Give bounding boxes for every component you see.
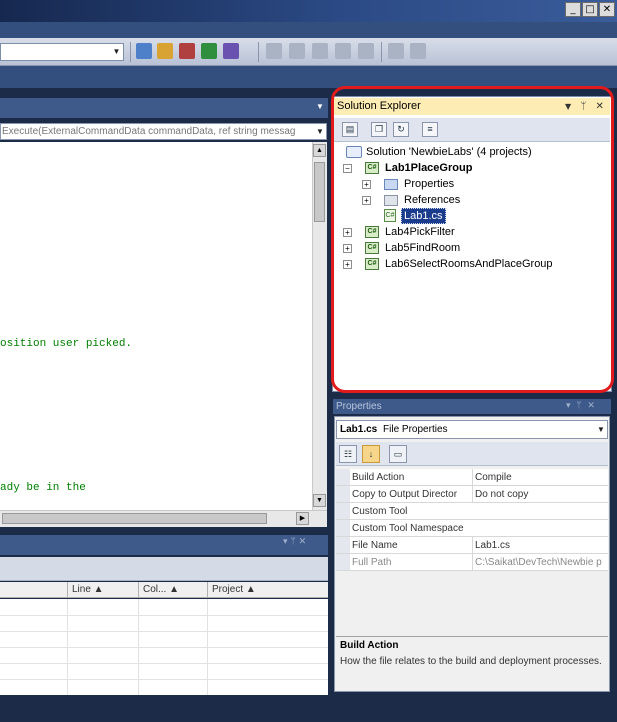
member-dropdown[interactable]: Execute(ExternalCommandData commandData,… [0, 123, 327, 140]
grid-line [0, 647, 328, 648]
chevron-down-icon[interactable]: ▼ [315, 124, 325, 139]
scroll-down-icon[interactable]: ▼ [313, 494, 326, 507]
solution-configuration-combo[interactable]: ▼ [0, 43, 124, 61]
toolbar-separator [130, 42, 131, 62]
property-row[interactable]: Custom Tool Namespace [336, 520, 608, 537]
property-description-text: How the file relates to the build and de… [340, 656, 602, 667]
column-header-col[interactable]: Col... ▲ [138, 582, 206, 598]
property-value[interactable]: Do not copy [472, 486, 608, 503]
toolbar-separator [381, 42, 382, 62]
error-list-toolbar [0, 557, 328, 581]
properties-window-icon[interactable] [179, 43, 195, 59]
toolbar-separator [258, 42, 259, 62]
property-description-title: Build Action [340, 640, 399, 651]
title-bar [0, 0, 617, 22]
code-editor[interactable] [0, 142, 312, 510]
property-row[interactable]: Custom Tool [336, 503, 608, 520]
highlight-outline [331, 86, 614, 393]
maximize-button[interactable]: □ [582, 2, 598, 17]
scroll-right-icon[interactable]: ▶ [296, 512, 309, 525]
code-line: osition user picked. [0, 338, 133, 350]
comment-icon[interactable] [335, 43, 351, 59]
member-dropdown-value: Execute(ExternalCommandData commandData,… [2, 126, 296, 137]
solution-explorer-icon[interactable] [157, 43, 173, 59]
outdent-icon[interactable] [312, 43, 328, 59]
scroll-thumb[interactable] [314, 162, 325, 222]
property-name: Copy to Output Director [352, 489, 458, 500]
chevron-down-icon[interactable]: ▼ [596, 422, 606, 437]
toolbox-icon[interactable] [223, 43, 239, 59]
property-value[interactable]: Compile [472, 469, 608, 486]
error-list-title-buttons[interactable]: ▾ ᛘ ✕ [283, 537, 306, 547]
property-value: C:\Saikat\DevTech\Newbie p [472, 554, 608, 571]
column-header-line[interactable]: Line ▲ [67, 582, 137, 598]
find-in-files-icon[interactable] [136, 43, 152, 59]
properties-object-combo[interactable]: Lab1.cs File Properties ▼ [336, 420, 608, 439]
uncomment-icon[interactable] [358, 43, 374, 59]
chevron-down-icon[interactable]: ▼ [111, 45, 122, 59]
property-row[interactable]: Full Path C:\Saikat\DevTech\Newbie p [336, 554, 608, 571]
code-line: ady be in the [0, 482, 86, 494]
property-name: File Name [352, 540, 398, 551]
object-browser-icon[interactable] [201, 43, 217, 59]
column-header-project[interactable]: Project ▲ [207, 582, 328, 598]
property-name: Custom Tool Namespace [352, 523, 464, 534]
bookmark-next-icon[interactable] [410, 43, 426, 59]
grid-line [0, 663, 328, 664]
vertical-scrollbar[interactable]: ▲ ▼ [312, 142, 327, 510]
bookmark-icon[interactable] [388, 43, 404, 59]
property-value[interactable]: Lab1.cs [472, 537, 608, 554]
property-name: Build Action [352, 472, 405, 483]
scroll-thumb[interactable] [2, 513, 267, 524]
property-row[interactable]: Build Action Compile [336, 469, 608, 486]
grid-line [0, 679, 328, 680]
grid-line [0, 615, 328, 616]
error-list-tab-strip: ▾ ᛘ ✕ [0, 535, 328, 555]
chevron-down-icon[interactable]: ▼ [315, 102, 325, 112]
horizontal-scrollbar[interactable]: ▶ [0, 510, 327, 527]
minimize-button[interactable]: _ [565, 2, 581, 17]
close-button[interactable]: ✕ [599, 2, 615, 17]
indent-icon[interactable] [289, 43, 305, 59]
categorized-icon[interactable]: ☷ [339, 445, 357, 463]
scroll-up-icon[interactable]: ▲ [313, 144, 326, 157]
properties-object-type: File Properties [383, 424, 448, 435]
alphabetical-icon[interactable]: ↓ [362, 445, 380, 463]
property-row[interactable]: File Name Lab1.cs [336, 537, 608, 554]
property-pages-icon[interactable]: ▭ [389, 445, 407, 463]
grid-line [0, 631, 328, 632]
code-editor-tab-strip [0, 98, 328, 118]
property-name: Full Path [352, 557, 392, 568]
properties-object-name: Lab1.cs [340, 424, 378, 435]
property-name: Custom Tool [352, 506, 408, 517]
properties-title-buttons[interactable]: ▾ ᛘ ✕ [566, 399, 610, 414]
start-page-icon[interactable] [266, 43, 282, 59]
property-row[interactable]: Copy to Output Director Do not copy [336, 486, 608, 503]
